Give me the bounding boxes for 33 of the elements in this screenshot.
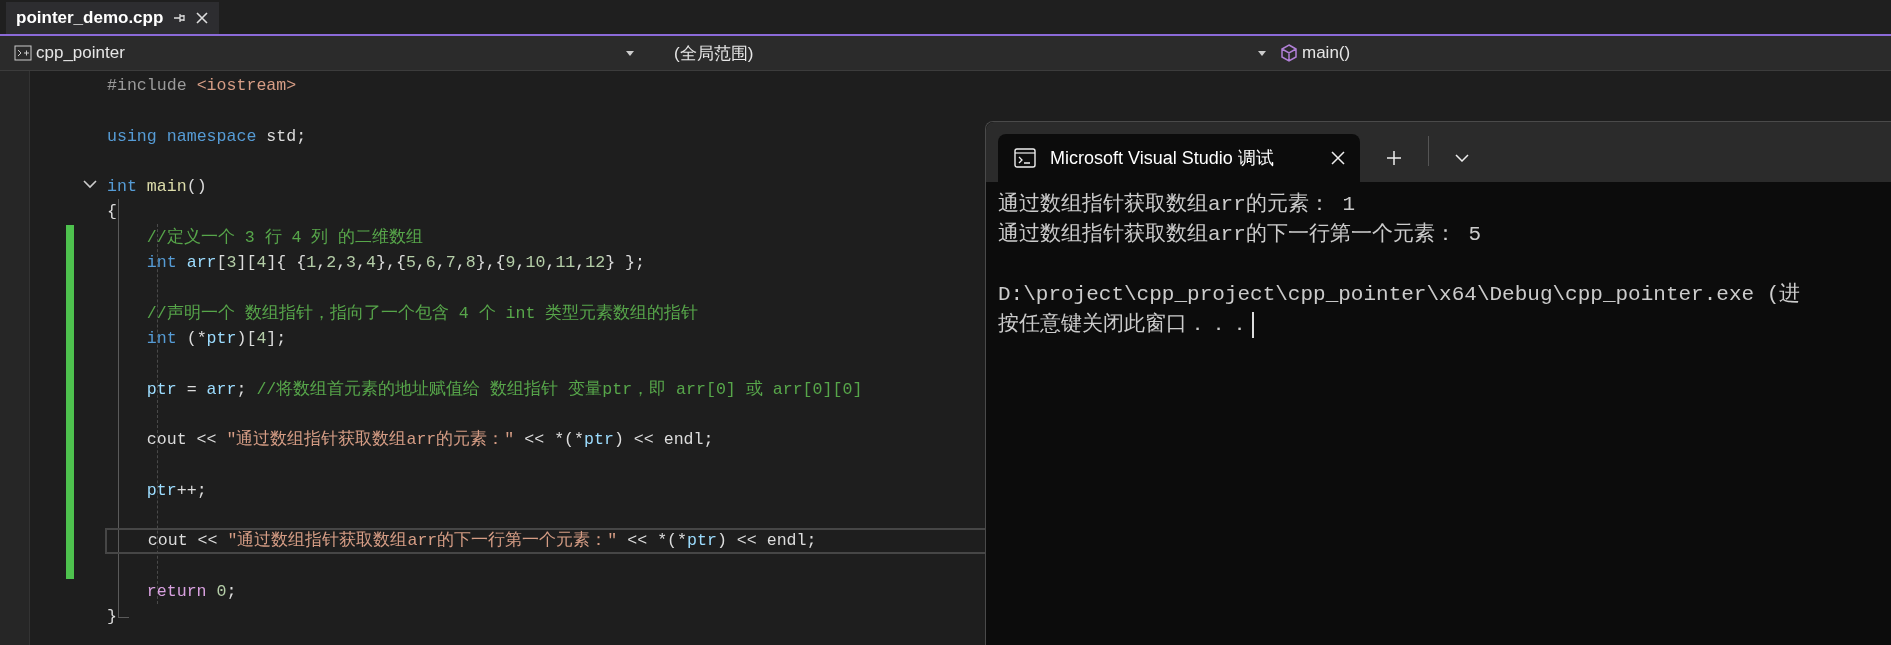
plus-icon	[1386, 150, 1402, 166]
console-output: 通过数组指针获取数组arr的下一行第一个元素： 5	[998, 221, 1481, 248]
console-output: 通过数组指针获取数组arr的元素： 1	[998, 191, 1355, 218]
terminal-tab[interactable]: Microsoft Visual Studio 调试	[998, 134, 1360, 182]
navigation-dropdown[interactable]: main()	[1278, 39, 1887, 67]
code-line: {	[106, 201, 118, 224]
code-line: return 0;	[145, 580, 238, 603]
close-icon[interactable]	[195, 11, 210, 25]
code-line: #include <iostream>	[106, 75, 298, 97]
text-cursor	[1252, 312, 1254, 338]
code-line: ptr = arr; //将数组首元素的地址赋值给 数组指针 变量ptr，即 arr[0] 或 arr[0][0]	[145, 378, 864, 401]
document-tab[interactable]: pointer_demo.cpp	[6, 2, 220, 34]
code-line: }	[106, 606, 118, 629]
caret-icon	[626, 50, 634, 56]
code-line: using namespace std;	[106, 125, 308, 148]
console-output: D:\project\cpp_project\cpp_pointer\x64\Debug\cpp_pointer.exe (进	[998, 281, 1801, 308]
navigation-dropdown[interactable]: cpp_pointer	[12, 39, 640, 67]
code-line: ptr++;	[145, 479, 208, 502]
code-line: //声明一个 数组指针，指向了一个包含 4 个 int 类型元素数组的指针	[145, 302, 700, 325]
cube-icon	[1280, 44, 1298, 62]
code-line: int arr[3][4]{ {1,2,3,4},{5,6,7,8},{9,10,11,12} };	[145, 252, 647, 275]
code-line: cout << "通过数组指针获取数组arr的元素：" << *(*ptr) << endl;	[145, 429, 715, 452]
close-icon[interactable]	[1330, 150, 1346, 166]
project-icon	[14, 45, 32, 61]
terminal-icon	[1014, 147, 1036, 169]
caret-icon	[1258, 50, 1266, 56]
chevron-icon	[1455, 154, 1469, 162]
code-line: int main()	[106, 176, 208, 199]
code-line: int (*ptr)[4];	[145, 327, 288, 350]
console-output: 按任意键关闭此窗口．．．	[998, 311, 1250, 338]
code-line: //定义一个 3 行 4 列 的二维数组	[145, 226, 425, 249]
pin-icon[interactable]	[173, 12, 186, 24]
navigation-dropdown[interactable]: (全局范围)	[646, 39, 1272, 67]
